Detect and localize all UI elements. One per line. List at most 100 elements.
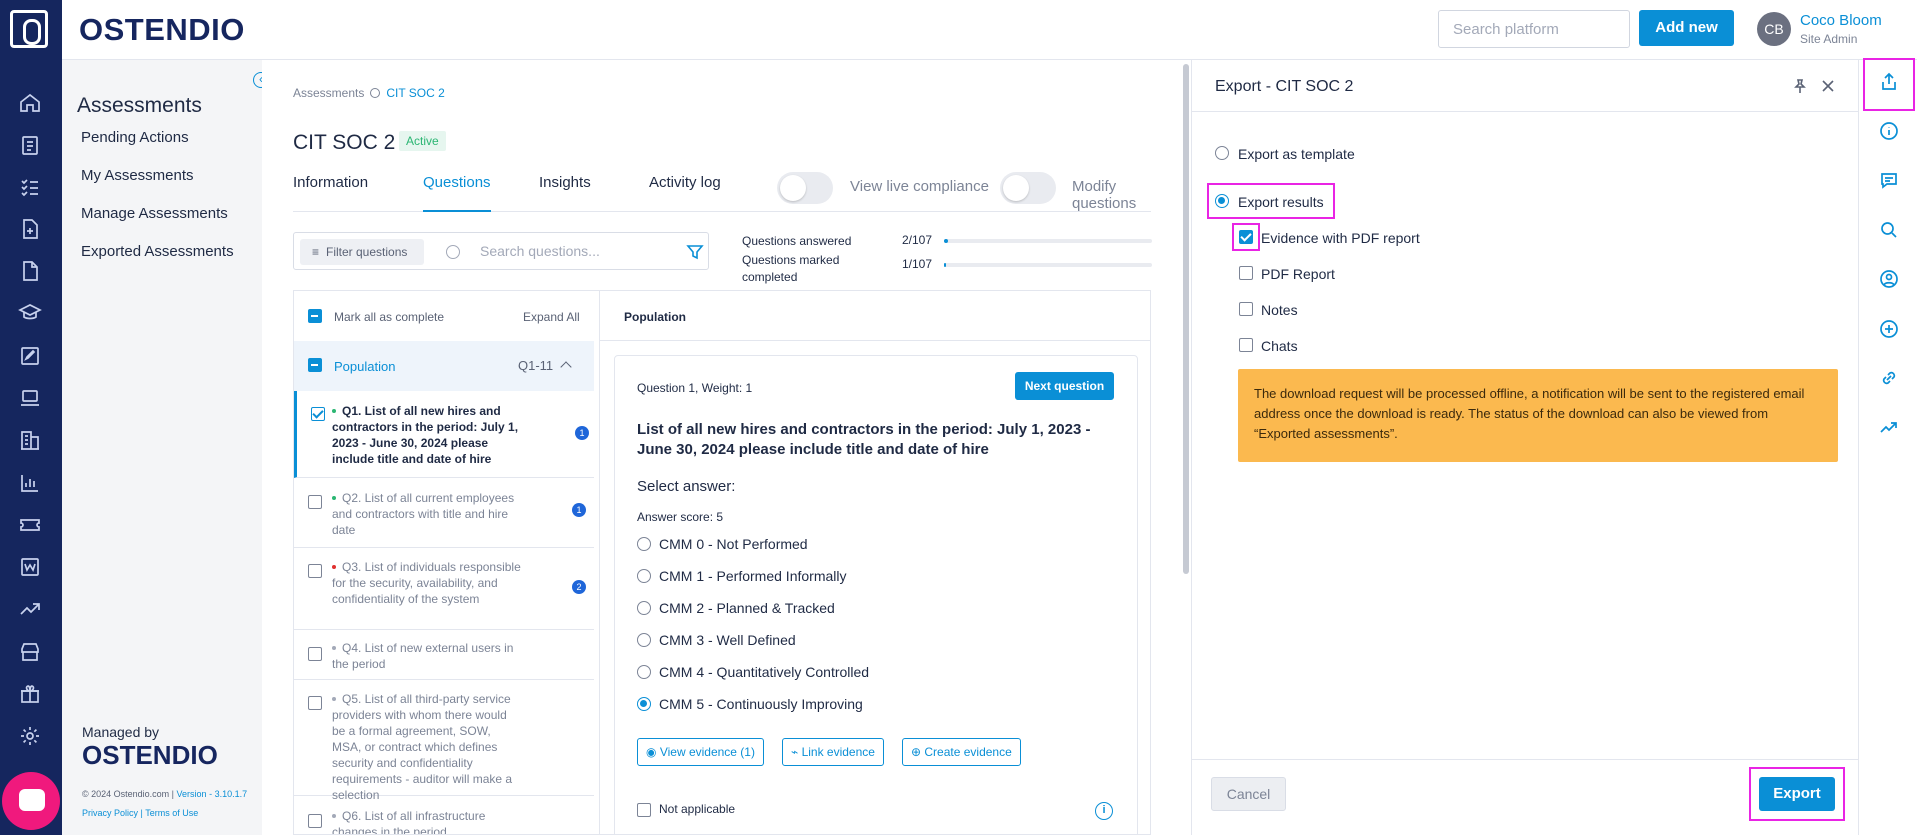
question-item-q4[interactable]: Q4. List of new external users in the pe…: [294, 630, 594, 680]
question-label: Q3. List of individuals responsible for …: [332, 560, 521, 606]
add-new-button[interactable]: Add new: [1639, 10, 1734, 46]
export-as-template-radio[interactable]: [1215, 146, 1229, 160]
user-target-icon[interactable]: [1879, 269, 1899, 289]
tab-questions[interactable]: Questions: [423, 174, 491, 212]
answer-option[interactable]: CMM 3 - Well Defined: [637, 632, 796, 648]
graduation-cap-icon[interactable]: [18, 301, 42, 325]
subnav-item-my-assessments[interactable]: My Assessments: [81, 167, 194, 184]
pdf-report-label[interactable]: PDF Report: [1261, 266, 1335, 282]
document-icon[interactable]: [18, 259, 42, 283]
export-as-template-label[interactable]: Export as template: [1238, 146, 1355, 162]
answer-radio[interactable]: [637, 665, 651, 679]
answer-option[interactable]: CMM 1 - Performed Informally: [637, 568, 846, 584]
trend-icon[interactable]: [1879, 417, 1899, 437]
view-evidence-button[interactable]: ◉ View evidence (1): [637, 738, 764, 766]
tab-information[interactable]: Information: [293, 174, 368, 212]
tab-activity-log[interactable]: Activity log: [649, 174, 721, 212]
question-checkbox[interactable]: [308, 696, 322, 710]
app-logo-icon[interactable]: [10, 10, 48, 48]
chats-checkbox[interactable]: [1239, 338, 1253, 352]
answer-radio[interactable]: [637, 633, 651, 647]
edit-box-icon[interactable]: [18, 344, 42, 368]
close-icon[interactable]: [1820, 78, 1836, 94]
filter-questions-button[interactable]: Filter questions: [300, 239, 424, 265]
question-checkbox[interactable]: [308, 564, 322, 578]
avatar[interactable]: CB: [1757, 12, 1791, 46]
view-live-compliance-toggle[interactable]: [777, 172, 833, 204]
answer-option[interactable]: CMM 2 - Planned & Tracked: [637, 600, 835, 616]
evidence-with-pdf-label[interactable]: Evidence with PDF report: [1261, 230, 1420, 246]
mark-all-complete[interactable]: Mark all as complete: [334, 310, 444, 324]
plus-circle-icon[interactable]: [1879, 319, 1899, 339]
link-evidence-button[interactable]: ⌁ Link evidence: [782, 738, 884, 766]
question-item-q6[interactable]: Q6. List of all infrastructure changes i…: [294, 796, 594, 834]
answer-radio[interactable]: [637, 697, 651, 711]
search-icon[interactable]: [1879, 220, 1899, 240]
answer-option[interactable]: CMM 5 - Continuously Improving: [637, 696, 863, 712]
question-search-input[interactable]: Search questions...: [480, 243, 600, 259]
breadcrumb-current[interactable]: CIT SOC 2: [386, 86, 444, 100]
clipboard-icon[interactable]: [18, 133, 42, 157]
answer-radio[interactable]: [637, 569, 651, 583]
chart-bars-icon[interactable]: [18, 471, 42, 495]
gear-icon[interactable]: [18, 724, 42, 748]
chevron-up-icon[interactable]: [560, 361, 572, 373]
group-checkbox[interactable]: [308, 358, 322, 372]
main-scrollbar[interactable]: [1183, 64, 1189, 574]
notes-label[interactable]: Notes: [1261, 302, 1298, 318]
questions-answered-count: 2/107: [902, 233, 933, 247]
question-checkbox[interactable]: [308, 647, 322, 661]
gift-icon[interactable]: [18, 682, 42, 706]
mark-all-checkbox[interactable]: [308, 309, 322, 323]
subnav-item-exported-assessments[interactable]: Exported Assessments: [81, 243, 234, 260]
cancel-button[interactable]: Cancel: [1211, 777, 1286, 811]
export-icon[interactable]: [1879, 72, 1899, 92]
breadcrumb-root[interactable]: Assessments: [293, 86, 364, 100]
question-checkbox[interactable]: [308, 495, 322, 509]
user-name[interactable]: Coco Bloom: [1800, 12, 1882, 29]
chat-launcher-button[interactable]: [2, 772, 60, 830]
chat-icon[interactable]: [1879, 170, 1899, 190]
info-icon[interactable]: i: [1095, 802, 1113, 820]
next-question-button[interactable]: Next question: [1015, 372, 1114, 400]
tab-insights[interactable]: Insights: [539, 174, 591, 212]
home-icon[interactable]: [18, 91, 42, 115]
pdf-report-checkbox[interactable]: [1239, 266, 1253, 280]
create-evidence-button[interactable]: ⊕ Create evidence: [902, 738, 1021, 766]
question-checkbox[interactable]: [308, 814, 322, 828]
question-item-q2[interactable]: Q2. List of all current employees and co…: [294, 478, 594, 548]
info-icon[interactable]: [1879, 121, 1899, 141]
chats-label[interactable]: Chats: [1261, 338, 1298, 354]
question-item-q1[interactable]: Q1. List of all new hires and contractor…: [294, 391, 594, 478]
store-icon[interactable]: [18, 640, 42, 664]
question-item-q3[interactable]: Q3. List of individuals responsible for …: [294, 548, 594, 630]
platform-search-input[interactable]: Search platform: [1438, 10, 1630, 48]
answer-option[interactable]: CMM 4 - Quantitatively Controlled: [637, 664, 869, 680]
ticket-icon[interactable]: [18, 513, 42, 537]
laptop-icon[interactable]: [18, 386, 42, 410]
breadcrumb-separator-icon: [370, 88, 381, 98]
answer-radio[interactable]: [637, 537, 651, 551]
file-add-icon[interactable]: [18, 217, 42, 241]
question-checkbox[interactable]: [311, 407, 325, 421]
funnel-icon[interactable]: [686, 243, 704, 261]
subnav-item-manage-assessments[interactable]: Manage Assessments: [81, 205, 228, 222]
expand-all-link[interactable]: Expand All: [523, 310, 580, 324]
answer-option[interactable]: CMM 0 - Not Performed: [637, 536, 808, 552]
version-link[interactable]: Version - 3.10.1.7: [177, 789, 248, 799]
subnav-item-pending-actions[interactable]: Pending Actions: [81, 129, 189, 146]
not-applicable-checkbox[interactable]: [637, 803, 651, 817]
pin-icon[interactable]: [1792, 78, 1808, 94]
modify-questions-toggle[interactable]: [1000, 172, 1056, 204]
trend-icon[interactable]: [18, 597, 42, 621]
question-item-q5[interactable]: Q5. List of all third-party service prov…: [294, 680, 594, 802]
link-icon[interactable]: [1879, 368, 1899, 388]
brand-logo[interactable]: OSTENDIO: [79, 12, 245, 48]
checklist-icon[interactable]: [18, 175, 42, 199]
notes-checkbox[interactable]: [1239, 302, 1253, 316]
privacy-terms-links[interactable]: Privacy Policy | Terms of Use: [82, 808, 198, 818]
question-group-population[interactable]: Population Q1-11: [294, 341, 594, 391]
building-icon[interactable]: [18, 428, 42, 452]
wiki-icon[interactable]: [18, 555, 42, 579]
answer-radio[interactable]: [637, 601, 651, 615]
